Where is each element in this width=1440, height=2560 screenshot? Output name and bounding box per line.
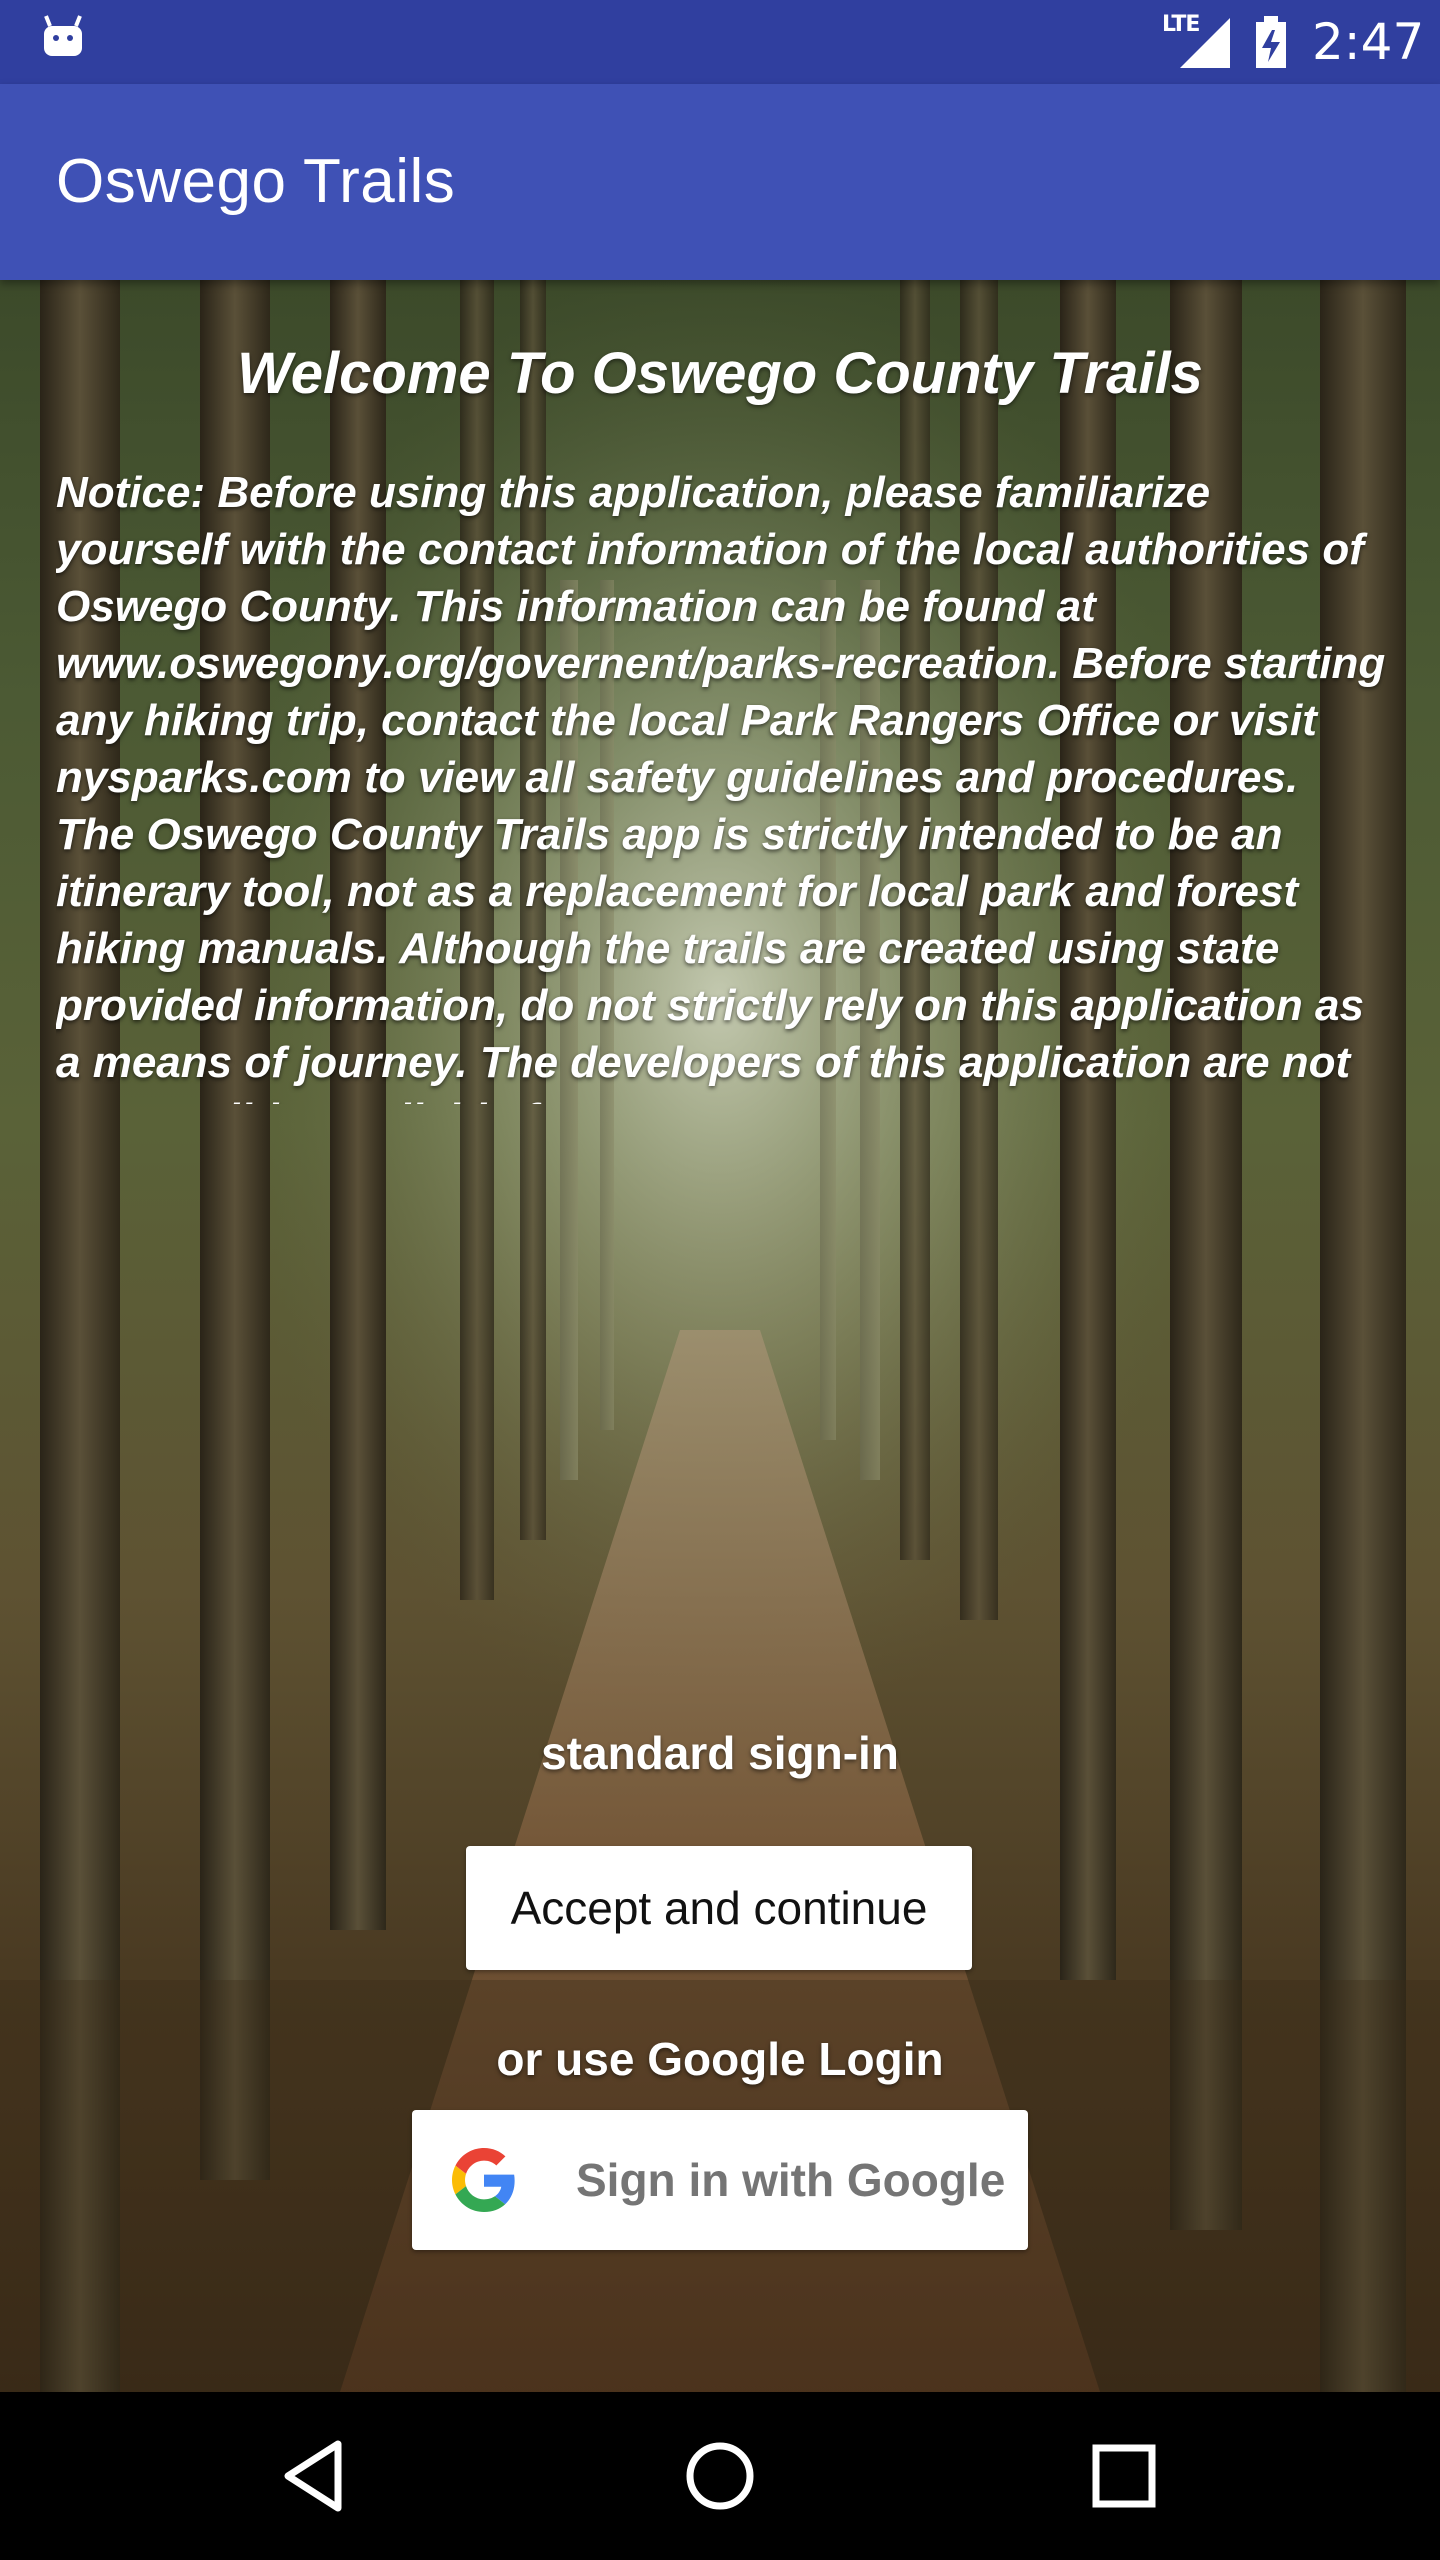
app-bar: Oswego Trails bbox=[0, 84, 1440, 280]
back-icon[interactable] bbox=[266, 2426, 366, 2526]
status-bar: LTE 2:47 bbox=[0, 0, 1440, 84]
content-area: Welcome To Oswego County Trails Notice: … bbox=[0, 280, 1440, 2392]
google-signin-label: Sign in with Google bbox=[576, 2154, 1006, 2206]
screen: LTE 2:47 Oswego Trails Welcome To Oswego… bbox=[0, 0, 1440, 2560]
standard-signin-label: standard sign-in bbox=[541, 1727, 899, 1779]
android-icon bbox=[44, 15, 82, 56]
accept-continue-button[interactable]: Accept and continue bbox=[466, 1846, 972, 1970]
notice-text: Notice: Before using this application, p… bbox=[56, 468, 1386, 1104]
navigation-bar bbox=[0, 2392, 1440, 2560]
signal-icon bbox=[1180, 18, 1230, 68]
battery-icon bbox=[1256, 16, 1286, 68]
google-signin-button[interactable]: Sign in with Google bbox=[412, 2110, 1028, 2250]
recents-icon[interactable] bbox=[1074, 2426, 1174, 2526]
clock: 2:47 bbox=[1312, 13, 1425, 71]
google-login-label: or use Google Login bbox=[496, 2033, 944, 2085]
app-title: Oswego Trails bbox=[56, 147, 456, 216]
welcome-heading: Welcome To Oswego County Trails bbox=[237, 341, 1203, 406]
google-logo-icon bbox=[452, 2148, 515, 2212]
home-icon[interactable] bbox=[670, 2426, 770, 2526]
